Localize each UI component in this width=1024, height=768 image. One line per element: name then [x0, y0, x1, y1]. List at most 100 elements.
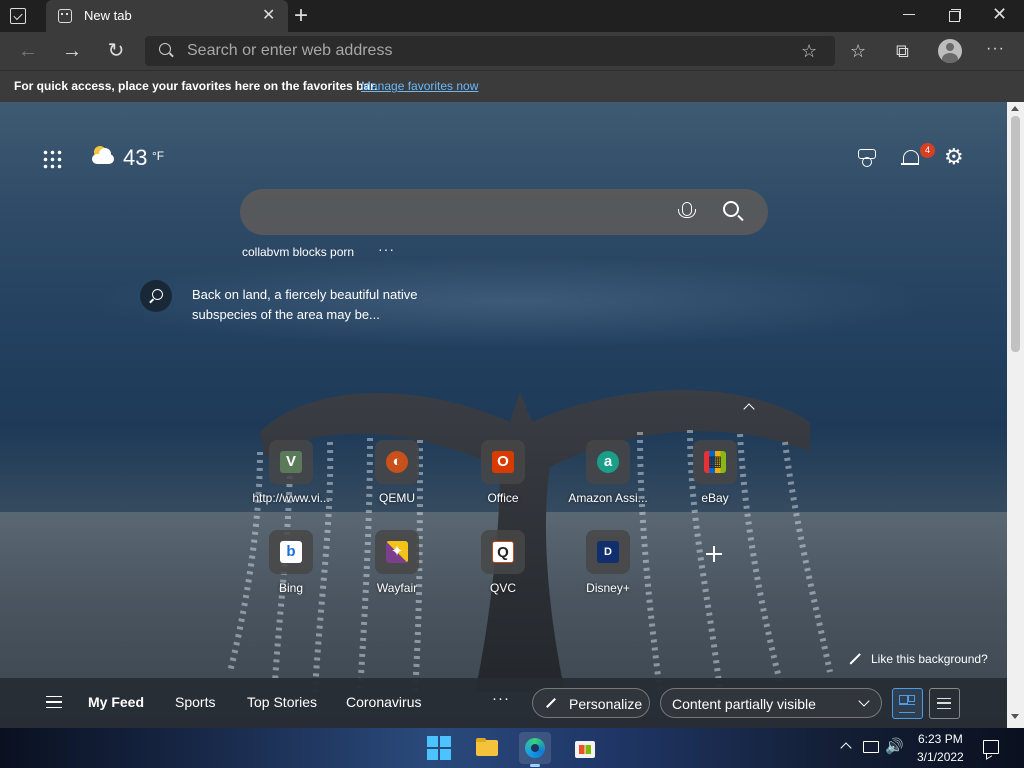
image-info-search-icon[interactable]	[140, 280, 172, 312]
tab-close-icon[interactable]: ✕	[262, 6, 275, 26]
back-button[interactable]: ←	[14, 37, 42, 65]
new-tab-favicon-icon	[58, 9, 72, 23]
list-layout-button[interactable]	[929, 688, 960, 719]
new-tab-page: 43 °F 4 ⚙ collabvm blocks porn ··· Back …	[0, 102, 1007, 728]
minimize-button[interactable]	[903, 14, 915, 15]
collections-icon[interactable]: ⧉	[896, 38, 909, 64]
notification-center-icon[interactable]	[983, 740, 999, 754]
quick-link-item[interactable]: ▦ eBay	[672, 440, 758, 510]
quick-link-item[interactable]: V http://www.vi...	[248, 440, 334, 510]
personalize-button[interactable]: Personalize	[532, 688, 650, 718]
grid-layout-button[interactable]	[892, 688, 923, 719]
quick-link-item[interactable]: Q QVC	[460, 530, 546, 600]
favorites-bar-hint: For quick access, place your favorites h…	[14, 79, 378, 93]
web-search-box[interactable]	[240, 189, 768, 235]
expand-arrows-icon[interactable]	[848, 653, 860, 665]
tab-actions-icon[interactable]	[10, 8, 26, 24]
pencil-icon	[546, 698, 556, 708]
address-input[interactable]	[187, 40, 787, 62]
weather-temperature[interactable]: 43	[123, 145, 147, 171]
scroll-up-arrow-icon[interactable]	[1011, 106, 1019, 111]
quick-link-label: http://www.vi...	[252, 491, 330, 505]
quick-link-tile[interactable]: D	[586, 530, 630, 574]
quick-link-logo-icon: O	[492, 451, 514, 473]
quick-link-logo-icon: V	[280, 451, 302, 473]
add-favorite-icon[interactable]: ☆	[801, 39, 817, 63]
browser-toolbar: ← → ↻ ☆ ☆ ⧉ ···	[0, 32, 1024, 70]
quick-link-tile[interactable]: O	[481, 440, 525, 484]
quick-link-label: Bing	[278, 581, 304, 595]
quick-link-tile[interactable]: b	[269, 530, 313, 574]
title-bar: New tab ✕ + ✕	[0, 0, 1024, 32]
quick-link-item[interactable]: D Disney+	[565, 530, 651, 600]
address-bar[interactable]: ☆	[145, 36, 835, 66]
content-visibility-dropdown[interactable]: Content partially visible	[660, 688, 882, 718]
page-scrollbar[interactable]	[1007, 102, 1024, 728]
quick-link-tile[interactable]: a	[586, 440, 630, 484]
manage-favorites-link[interactable]: Manage favorites now	[361, 79, 478, 93]
chevron-down-icon	[858, 695, 870, 707]
feed-tab-top-stories[interactable]: Top Stories	[247, 694, 317, 710]
search-icon	[159, 43, 171, 55]
trending-search-link[interactable]: collabvm blocks porn	[242, 245, 354, 259]
quick-link-item[interactable]: a Amazon Assi...	[565, 440, 651, 510]
forward-button[interactable]: →	[58, 37, 86, 65]
new-tab-button[interactable]: +	[294, 2, 308, 30]
quick-link-item[interactable]: b Bing	[248, 530, 334, 600]
quick-link-tile[interactable]: ◐	[375, 440, 419, 484]
quick-link-logo-icon: Q	[492, 541, 514, 563]
quick-link-item[interactable]: ✦ Wayfair	[354, 530, 440, 600]
edge-browser-icon[interactable]	[519, 732, 551, 764]
quick-link-logo-icon: ◐	[386, 451, 408, 473]
quick-link-item[interactable]: ◐ QEMU	[354, 440, 440, 510]
notification-count-badge: 4	[920, 143, 935, 158]
rewards-trophy-icon[interactable]	[857, 149, 877, 169]
image-info-text[interactable]: Back on land, a fiercely beautiful nativ…	[192, 285, 452, 325]
quick-link-logo-icon: ✦	[386, 541, 408, 563]
add-quick-link-icon[interactable]	[692, 532, 736, 576]
partly-cloudy-icon[interactable]	[90, 144, 116, 168]
quick-link-label: Disney+	[586, 581, 630, 595]
close-window-button[interactable]: ✕	[992, 3, 1007, 25]
quick-link-tile[interactable]: Q	[481, 530, 525, 574]
tab-title: New tab	[84, 8, 132, 23]
reload-button[interactable]: ↻	[102, 37, 130, 65]
feed-menu-hamburger-icon[interactable]	[46, 696, 62, 708]
search-icon[interactable]	[723, 201, 739, 217]
volume-icon[interactable]: 🔊	[885, 738, 904, 756]
restore-button[interactable]	[949, 9, 961, 22]
feed-tab-sports[interactable]: Sports	[175, 694, 215, 710]
microphone-icon[interactable]	[678, 202, 696, 218]
quick-link-tile[interactable]: ▦	[693, 440, 737, 484]
apps-launcher-icon[interactable]	[42, 149, 62, 169]
tab-new-tab[interactable]: New tab ✕	[46, 0, 288, 32]
running-app-indicator	[530, 764, 540, 767]
quick-link-label: Amazon Assi...	[568, 491, 648, 505]
quick-link-logo-icon: ▦	[704, 451, 726, 473]
taskbar-clock-date[interactable]: 3/1/2022	[917, 750, 964, 764]
scrollbar-thumb[interactable]	[1011, 116, 1020, 352]
feed-more-button[interactable]: ···	[492, 690, 510, 707]
quick-link-label: eBay	[701, 491, 729, 505]
settings-menu-button[interactable]: ···	[986, 36, 1005, 62]
like-background-link[interactable]: Like this background?	[871, 652, 988, 666]
file-explorer-icon[interactable]	[471, 732, 503, 764]
trending-more-button[interactable]: ···	[378, 241, 395, 257]
web-search-input[interactable]	[262, 201, 662, 223]
feed-tab-coronavirus[interactable]: Coronavirus	[346, 694, 421, 710]
quick-link-item[interactable]: O Office	[460, 440, 546, 510]
feed-tab-my-feed[interactable]: My Feed	[88, 694, 144, 710]
quick-links-collapse-chevron-icon[interactable]	[743, 401, 755, 413]
favorites-icon[interactable]: ☆	[850, 38, 866, 64]
network-icon[interactable]	[863, 741, 879, 753]
notification-bell-icon[interactable]	[901, 148, 919, 168]
page-settings-icon[interactable]: ⚙	[944, 145, 964, 169]
personalize-label: Personalize	[569, 696, 643, 712]
scroll-down-arrow-icon[interactable]	[1011, 714, 1019, 719]
taskbar-clock-time[interactable]: 6:23 PM	[918, 732, 963, 746]
microsoft-store-icon[interactable]	[569, 732, 601, 764]
profile-avatar[interactable]	[938, 39, 962, 63]
quick-link-tile[interactable]: V	[269, 440, 313, 484]
windows-start-icon[interactable]	[423, 732, 455, 764]
quick-link-tile[interactable]: ✦	[375, 530, 419, 574]
